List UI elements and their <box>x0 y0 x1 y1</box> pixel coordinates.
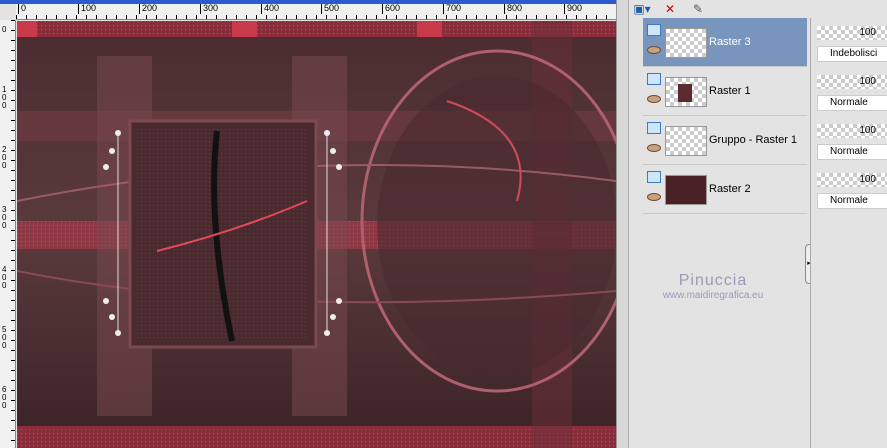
opacity-slider[interactable]: 100 <box>817 75 887 89</box>
edit-layer-icon[interactable]: ✎ <box>689 2 707 16</box>
layer-thumbnail <box>665 28 707 58</box>
layer-type-icon <box>647 122 661 134</box>
layer-thumbnail <box>665 175 707 205</box>
horizontal-ruler: 0 100 200 300 400 500 600 700 800 900 <box>16 4 620 20</box>
ruler-label: 100 <box>2 85 7 110</box>
layer-props-raster-2: 100 Normale <box>817 173 887 209</box>
watermark: Pinuccia www.maidiregrafica.eu <box>628 272 798 301</box>
ruler-label: 200 <box>2 145 7 170</box>
watermark-url: www.maidiregrafica.eu <box>662 290 764 301</box>
vertical-ruler: 0 100 200 300 400 500 600 <box>0 20 16 448</box>
layers-toolbar: ▣▾ ✕ ✎ <box>629 0 810 18</box>
layer-row-raster-2[interactable]: Raster 2 <box>643 165 807 214</box>
ruler-label: 700 <box>443 4 461 14</box>
delete-layer-icon[interactable]: ✕ <box>661 2 679 16</box>
layer-name: Raster 2 <box>709 183 751 195</box>
ruler-label: 300 <box>200 4 218 14</box>
ruler-label: 300 <box>2 205 7 230</box>
visibility-eye-icon[interactable] <box>647 144 661 152</box>
opacity-slider[interactable]: 100 <box>817 173 887 187</box>
ruler-label: 600 <box>2 385 7 410</box>
ruler-label: 900 <box>564 4 582 14</box>
watermark-name: Pinuccia <box>678 272 748 289</box>
blend-mode-select[interactable]: Normale <box>817 95 887 111</box>
layer-props-raster-1: 100 Normale <box>817 75 887 111</box>
ruler-label: 500 <box>2 325 7 350</box>
ruler-label: 800 <box>504 4 522 14</box>
layer-type-icon <box>647 24 661 36</box>
layer-props-gruppo-raster-1: 100 Normale <box>817 124 887 160</box>
visibility-eye-icon[interactable] <box>647 95 661 103</box>
ruler-label: 600 <box>382 4 400 14</box>
visibility-eye-icon[interactable] <box>647 46 661 54</box>
layer-row-raster-1[interactable]: Raster 1 <box>643 67 807 116</box>
ruler-label: 400 <box>261 4 279 14</box>
ruler-label: 0 <box>2 25 7 34</box>
thumbnail-content <box>678 84 692 102</box>
layer-type-icon <box>647 73 661 85</box>
ruler-ticks <box>16 15 620 19</box>
ruler-label: 500 <box>321 4 339 14</box>
ruler-label: 0 <box>18 4 26 14</box>
blend-mode-select[interactable]: Normale <box>817 144 887 160</box>
layer-properties-column: 100 Indebolisci 100 Normale 100 Normale … <box>810 18 887 448</box>
ruler-label: 200 <box>139 4 157 14</box>
ruler-label: 100 <box>78 4 96 14</box>
visibility-eye-icon[interactable] <box>647 193 661 201</box>
image-canvas[interactable] <box>17 21 616 448</box>
artwork <box>17 21 616 448</box>
new-layer-icon[interactable]: ▣▾ <box>633 2 651 16</box>
layer-thumbnail <box>665 77 707 107</box>
layer-name: Gruppo - Raster 1 <box>709 134 798 146</box>
blend-mode-select[interactable]: Normale <box>817 193 887 209</box>
panel-splitter[interactable] <box>616 0 628 448</box>
layer-row-gruppo-raster-1[interactable]: Gruppo - Raster 1 <box>643 116 807 165</box>
layer-type-icon <box>647 171 661 183</box>
layer-props-raster-3: 100 Indebolisci <box>817 26 887 62</box>
blend-mode-select[interactable]: Indebolisci <box>817 46 887 62</box>
opacity-slider[interactable]: 100 <box>817 26 887 40</box>
layer-name: Raster 3 <box>709 36 751 48</box>
ruler-ticks <box>11 20 15 448</box>
layer-row-raster-3[interactable]: Raster 3 <box>643 18 807 67</box>
layer-thumbnail <box>665 126 707 156</box>
layers-panel: ▣▾ ✕ ✎ Raster 3 Raster 1 Gruppo - Raster… <box>628 0 810 448</box>
ruler-label: 400 <box>2 265 7 290</box>
opacity-slider[interactable]: 100 <box>817 124 887 138</box>
layer-name: Raster 1 <box>709 85 751 97</box>
